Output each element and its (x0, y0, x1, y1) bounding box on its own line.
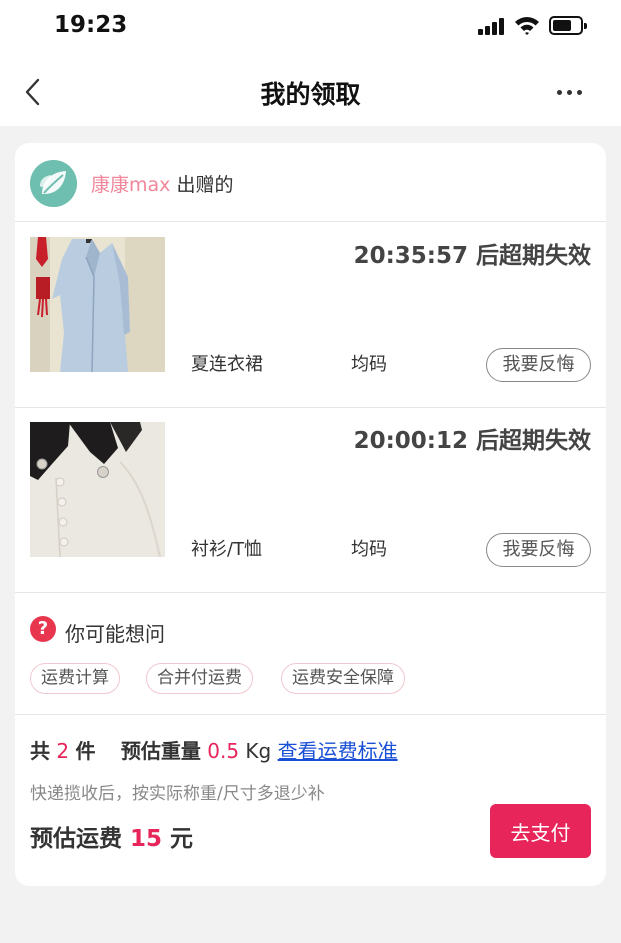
total-prefix: 共 (30, 739, 50, 763)
weight-value: 0.5 (207, 739, 240, 763)
battery-icon (549, 16, 587, 35)
regret-button[interactable]: 我要反悔 (486, 533, 591, 567)
item-name: 衬衫/T恤 (191, 539, 263, 560)
page-title: 我的领取 (260, 80, 361, 109)
fee-label: 预估运费 (30, 826, 122, 852)
faq-title: 你可能想问 (65, 622, 165, 646)
item-size: 均码 (351, 354, 387, 375)
faq-tag-shipping-calc[interactable]: 运费计算 (30, 663, 120, 694)
donor-name[interactable]: 康康max (91, 174, 170, 196)
fee-value: 15 (130, 826, 163, 852)
order-summary: 共 2 件 预估重量 0.5 Kg 查看运费标准 快递揽收后，按实际称重/尺寸多… (15, 715, 606, 886)
estimated-fee-line: 预估运费 15 元 (30, 819, 193, 853)
weight-note: 快递揽收后，按实际称重/尺寸多退少补 (30, 784, 325, 804)
wifi-icon (515, 17, 539, 35)
item-thumbnail-shirt[interactable] (30, 422, 165, 557)
question-icon: ? (30, 616, 56, 642)
regret-button[interactable]: 我要反悔 (486, 348, 591, 382)
faq-tag-combined-shipping[interactable]: 合并付运费 (146, 663, 253, 694)
donor-row[interactable]: 康康max 出赠的 (15, 143, 606, 221)
list-item[interactable]: 20:00:12 后超期失效 衬衫/T恤 均码 我要反悔 (15, 407, 606, 592)
item-thumbnail-dress[interactable] (30, 237, 165, 372)
leaf-logo-icon (30, 160, 77, 207)
expiry-countdown: 20:35:57 后超期失效 (353, 243, 591, 269)
donor-label: 康康max 出赠的 (91, 170, 233, 197)
faq-tag-shipping-guarantee[interactable]: 运费安全保障 (281, 663, 405, 694)
item-size: 均码 (351, 539, 387, 560)
faq-section: ? 你可能想问 运费计算 合并付运费 运费安全保障 (15, 592, 606, 714)
cellular-signal-icon (478, 17, 508, 35)
donor-suffix: 出赠的 (170, 174, 234, 196)
fee-unit: 元 (170, 826, 194, 852)
item-name: 夏连衣裙 (191, 354, 263, 375)
expiry-countdown: 20:00:12 后超期失效 (353, 428, 591, 454)
total-weight-line: 共 2 件 预估重量 0.5 Kg 查看运费标准 (30, 735, 398, 764)
avatar[interactable] (30, 160, 77, 207)
weight-label: 预估重量 (120, 739, 201, 763)
total-count: 2 (56, 739, 70, 763)
status-bar: 19:23 (0, 0, 621, 56)
weight-unit: Kg (245, 739, 272, 763)
list-item[interactable]: 20:35:57 后超期失效 夏连衣裙 均码 我要反悔 (15, 222, 606, 407)
claim-card: 康康max 出赠的 20:35:57 后超期失效 夏连衣裙 均码 我要反悔 20… (15, 143, 606, 886)
total-unit: 件 (75, 739, 96, 763)
more-options-icon[interactable] (552, 78, 588, 106)
status-time: 19:23 (54, 12, 128, 38)
pay-button[interactable]: 去支付 (490, 804, 591, 858)
nav-bar: 我的领取 (0, 56, 621, 126)
fee-standard-link[interactable]: 查看运费标准 (278, 739, 398, 763)
